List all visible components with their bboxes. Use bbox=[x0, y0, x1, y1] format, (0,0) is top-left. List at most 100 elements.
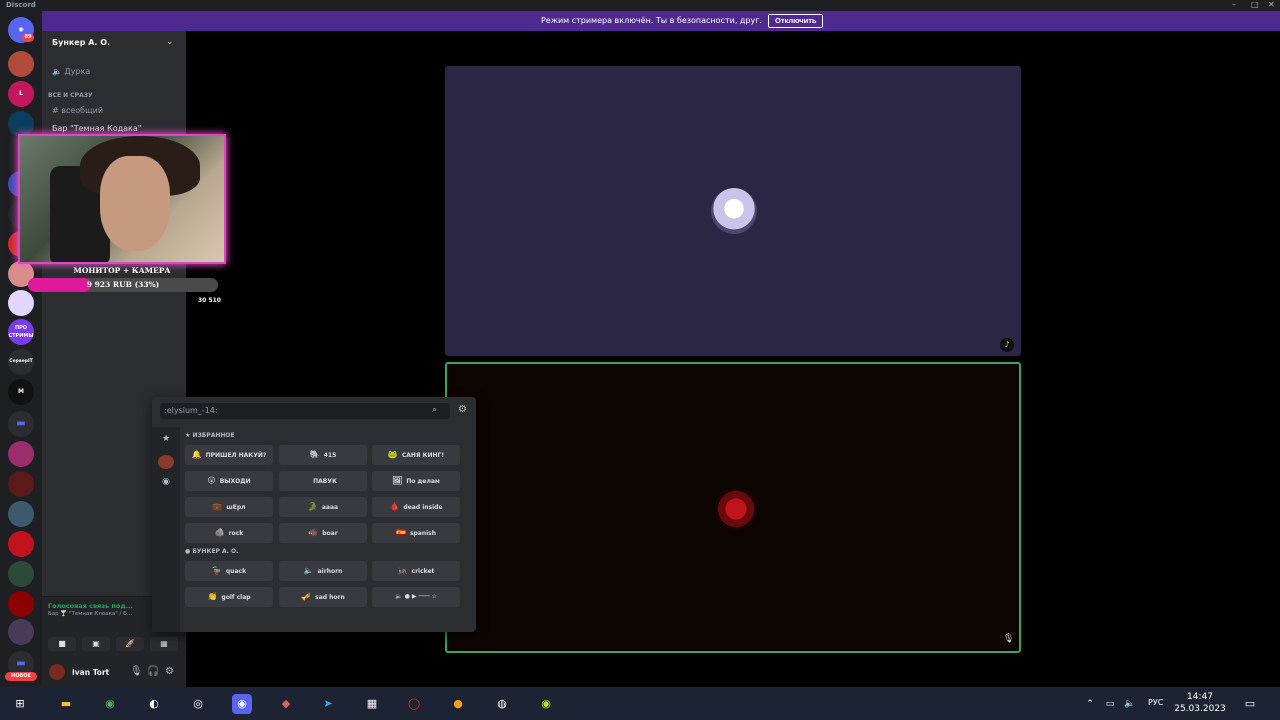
search-icon[interactable]: ⌕ bbox=[432, 405, 437, 415]
sound-button[interactable]: 🇪🇸 spanish bbox=[372, 523, 460, 543]
folder-icon[interactable]: ▬ bbox=[8, 411, 34, 437]
notifications-icon[interactable]: ▭ bbox=[1240, 694, 1260, 714]
app-icon[interactable]: ◉ bbox=[536, 694, 556, 714]
voice-status[interactable]: Голосовая связь под... bbox=[48, 602, 133, 610]
overlay-label: МОНИТОР + КАМЕРА bbox=[73, 266, 171, 275]
streamer-mode-banner: Режим стримера включён. Ты в безопасност… bbox=[42, 11, 1280, 31]
category-header[interactable]: ВСЕ И СРАЗУ bbox=[48, 92, 93, 99]
participant-tile[interactable]: ♪ bbox=[445, 66, 1021, 356]
chevron-up-icon[interactable]: ⌃ bbox=[1080, 694, 1100, 714]
sound-button[interactable]: 🐊 аааа bbox=[279, 497, 367, 517]
sound-label: 415 bbox=[323, 452, 337, 459]
server-icon[interactable] bbox=[8, 501, 34, 527]
clock-time: 14:47 bbox=[1187, 692, 1213, 702]
sound-button[interactable]: 🔔 ПРИШЕЛ НАКУЙ? bbox=[185, 445, 273, 465]
sound-emoji: 😮 bbox=[207, 476, 216, 485]
steam-icon[interactable]: ◎ bbox=[188, 694, 208, 714]
language-indicator[interactable]: РУС bbox=[1148, 698, 1163, 707]
server-icon[interactable] bbox=[8, 561, 34, 587]
server-icon[interactable] bbox=[8, 531, 34, 557]
clock[interactable]: 14:47 25.03.2023 bbox=[1172, 691, 1228, 715]
sound-emoji: 🔔 bbox=[191, 450, 202, 459]
windows-start-icon[interactable]: ⊞ bbox=[10, 694, 30, 714]
voice-channel-durka[interactable]: 🔈 Дурка bbox=[52, 67, 90, 76]
app-icon[interactable]: ◆ bbox=[276, 694, 296, 714]
sound-button[interactable]: 🐸 САНЯ КИНГ! bbox=[372, 445, 460, 465]
app-icon[interactable]: ● bbox=[448, 694, 468, 714]
sound-button[interactable]: 🔈 airhorn bbox=[279, 561, 367, 581]
calculator-icon[interactable]: ▦ bbox=[362, 694, 382, 714]
sound-button[interactable]: 💼 шЕрл bbox=[185, 497, 273, 517]
sound-button[interactable]: 🦗 cricket bbox=[372, 561, 460, 581]
minimize-icon[interactable]: – bbox=[1232, 0, 1236, 9]
gear-icon[interactable]: ⚙ bbox=[165, 666, 174, 677]
opera-icon[interactable]: ◯ bbox=[404, 694, 424, 714]
server-it[interactable]: СерверIT bbox=[8, 349, 34, 375]
headphones-icon[interactable]: 🎧 bbox=[147, 666, 159, 677]
close-window-icon[interactable]: ✕ bbox=[1268, 0, 1275, 9]
app-icon[interactable]: ◐ bbox=[144, 694, 164, 714]
server-name[interactable]: Бункер А. О. bbox=[52, 38, 110, 47]
server-icon[interactable] bbox=[8, 591, 34, 617]
voice-channel-bar[interactable]: Бар "Темная Кодака" bbox=[52, 124, 141, 133]
sound-button[interactable]: 🐘 415 bbox=[279, 445, 367, 465]
server-pro-streams[interactable]: ПРО СТРИМЫ bbox=[8, 319, 34, 345]
voice-channel-path[interactable]: Бар 🍸 "Темная Клоака" / Б... bbox=[48, 611, 132, 617]
server-icon[interactable]: M bbox=[8, 379, 34, 405]
server-icon[interactable] bbox=[8, 471, 34, 497]
sound-button[interactable]: 🩸 dead inside bbox=[372, 497, 460, 517]
sound-emoji: 🩸 bbox=[389, 502, 400, 511]
sound-label: spanish bbox=[409, 530, 437, 537]
app-title: Discord bbox=[6, 1, 36, 9]
maximize-icon[interactable]: □ bbox=[1251, 0, 1259, 9]
network-icon[interactable]: ▭ bbox=[1100, 694, 1120, 714]
sound-label: ВЫХОДИ bbox=[219, 478, 251, 485]
server-icon[interactable]: L bbox=[8, 81, 34, 107]
sound-button[interactable]: 😮 ВЫХОДИ bbox=[185, 471, 273, 491]
hash-icon: # bbox=[52, 106, 59, 115]
sound-button[interactable]: 🪨 rock bbox=[185, 523, 273, 543]
server-icon[interactable] bbox=[8, 290, 34, 316]
discord-icon[interactable]: ◉ bbox=[158, 477, 174, 491]
username[interactable]: Ivan Tort bbox=[72, 668, 109, 677]
sound-button[interactable]: 🖼 По делам bbox=[372, 471, 460, 491]
screen-share-button[interactable]: ▣ bbox=[82, 637, 110, 651]
server-icon[interactable] bbox=[8, 441, 34, 467]
sound-emoji: 🦆 bbox=[211, 566, 222, 575]
server-list: ◉ 89 L ПРО СТРИМЫ СерверIT M ▬ ▬ НОВОЕ bbox=[0, 11, 42, 687]
telegram-icon[interactable]: ➤ bbox=[318, 694, 338, 714]
mute-icon[interactable]: 🎙 bbox=[130, 666, 143, 677]
chevron-down-icon[interactable]: ⌄ bbox=[166, 37, 174, 47]
disable-streamer-mode-button[interactable]: Отключить bbox=[768, 14, 824, 28]
sound-button[interactable]: 🦆 quack bbox=[185, 561, 273, 581]
sound-button[interactable]: 🎺 sad horn bbox=[279, 587, 367, 607]
sound-button[interactable]: ПАВУК bbox=[279, 471, 367, 491]
soundboard-button[interactable]: ▦ bbox=[150, 637, 178, 651]
camera-button[interactable]: ■ bbox=[48, 637, 76, 651]
sound-button[interactable]: 👏 golf clap bbox=[185, 587, 273, 607]
sound-slot-preview[interactable]: 🔈 ● ▶ ─── ☆ bbox=[372, 587, 460, 607]
sound-button[interactable]: 🐗 boar bbox=[279, 523, 367, 543]
new-badge: НОВОЕ bbox=[5, 672, 37, 681]
sound-emoji: 🐊 bbox=[307, 502, 318, 511]
webcam-overlay bbox=[18, 134, 226, 264]
sound-label: sad horn bbox=[315, 594, 345, 601]
activity-button[interactable]: 🚀 bbox=[116, 637, 144, 651]
server-icon[interactable] bbox=[8, 51, 34, 77]
gear-icon[interactable]: ⚙ bbox=[458, 404, 467, 415]
avatar[interactable] bbox=[49, 664, 65, 680]
discord-taskbar-icon[interactable]: ◉ bbox=[232, 694, 252, 714]
sound-label: dead inside bbox=[403, 504, 443, 511]
server-icon[interactable] bbox=[8, 619, 34, 645]
chrome-icon[interactable]: ◉ bbox=[100, 694, 120, 714]
star-icon[interactable]: ★ bbox=[158, 434, 174, 448]
soundboard-search-input[interactable]: :elysium_-14: bbox=[160, 403, 450, 419]
server-icon[interactable] bbox=[158, 455, 174, 469]
sound-label: САНЯ КИНГ! bbox=[401, 452, 445, 459]
volume-icon[interactable]: 🔈 bbox=[1120, 694, 1140, 714]
participant-tile-speaking[interactable]: 🎙 bbox=[445, 362, 1021, 653]
obs-icon[interactable]: ◍ bbox=[492, 694, 512, 714]
sound-emoji: 👏 bbox=[207, 592, 218, 601]
text-channel-general[interactable]: # всеобщий bbox=[52, 106, 103, 115]
file-explorer-icon[interactable]: ▬ bbox=[56, 694, 76, 714]
